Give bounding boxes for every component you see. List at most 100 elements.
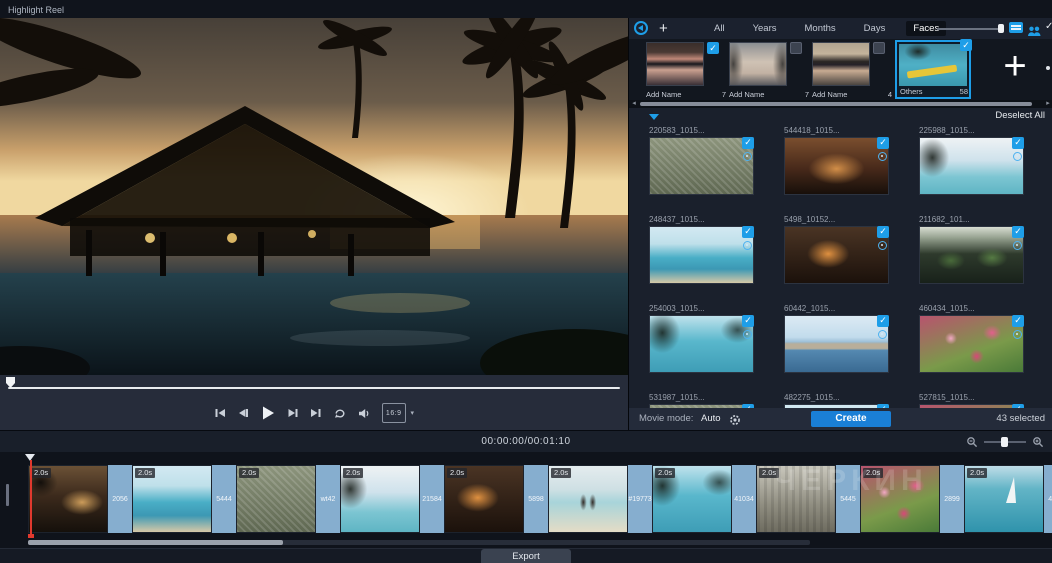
seek-track[interactable] [8, 387, 620, 389]
timeline-clip[interactable]: 2.0s [236, 465, 316, 533]
timeline-gap[interactable]: 5444 [212, 465, 236, 533]
photo-filename: 531987_1015... [649, 392, 784, 404]
timeline-gap[interactable]: 2056 [108, 465, 132, 533]
zoom-in-icon[interactable] [1032, 436, 1044, 448]
timeline-scrollbar-thumb[interactable] [28, 540, 283, 545]
photo-selected-check-icon[interactable]: ✓ [742, 226, 754, 238]
timeline-zoom-slider-handle[interactable] [1001, 437, 1008, 447]
face-thumbnail[interactable] [646, 42, 704, 86]
scroll-right-icon[interactable]: ▸ [1043, 100, 1052, 108]
photo-thumbnail[interactable]: ✓ [649, 137, 754, 195]
deselect-all-button[interactable]: Deselect All [995, 110, 1045, 121]
jump-to-end-button[interactable] [310, 405, 322, 421]
step-forward-button[interactable] [287, 405, 299, 421]
photo-thumbnail[interactable]: ✓ [919, 137, 1024, 195]
thumbnail-size-slider[interactable] [937, 28, 1001, 30]
photo-thumbnail[interactable]: ✓ [784, 226, 889, 284]
photo-thumbnail[interactable]: ✓ [649, 315, 754, 373]
face-group-1[interactable]: ✓ Add Name 7 [646, 39, 726, 100]
timeline: 2.0s 2056 2.0s 5444 2.0s wt42 2.0s 21584… [0, 452, 1052, 548]
timeline-gap[interactable]: 41034 [732, 465, 756, 533]
create-button[interactable]: Create [811, 411, 891, 427]
face-checkbox[interactable]: ✓ [707, 42, 719, 54]
tab-years[interactable]: Years [746, 21, 784, 36]
face-name-label[interactable]: Add Name [812, 90, 847, 99]
face-name-label[interactable]: Others [900, 87, 923, 96]
collapse-section-icon[interactable] [649, 114, 659, 120]
face-thumbnail[interactable] [899, 44, 967, 86]
timeline-left-scroll-indicator[interactable] [6, 484, 9, 506]
thumbnail-size-slider-handle[interactable] [998, 24, 1004, 33]
movie-mode-value[interactable]: Auto [701, 413, 721, 424]
face-name-label[interactable]: Add Name [729, 90, 764, 99]
aspect-ratio-selector[interactable]: 16:9 [382, 403, 406, 423]
add-face-button[interactable]: + [987, 41, 1043, 93]
aspect-caret-icon[interactable]: ▾ [411, 409, 415, 417]
add-media-button[interactable]: + [659, 18, 668, 39]
timeline-gap[interactable]: #19773 [628, 465, 652, 533]
face-thumbnail[interactable] [812, 42, 870, 86]
preview-seek-bar[interactable] [0, 375, 628, 396]
photo-selected-check-icon[interactable]: ✓ [1012, 315, 1024, 327]
photo-thumbnail[interactable]: ✓ [784, 137, 889, 195]
photo-selected-check-icon[interactable]: ✓ [877, 137, 889, 149]
video-preview [0, 18, 628, 375]
timeline-scrollbar[interactable] [28, 540, 810, 545]
select-all-check-button[interactable]: ✓ [1045, 21, 1052, 32]
timeline-clip[interactable]: 2.0s [964, 465, 1044, 533]
zoom-out-icon[interactable] [966, 436, 978, 448]
play-button[interactable] [260, 405, 276, 421]
photo-selected-check-icon[interactable]: ✓ [742, 315, 754, 327]
faces-scroll-thumb[interactable] [640, 102, 1032, 106]
photo-cell: 254003_1015... ✓ [649, 303, 784, 392]
photo-selected-check-icon[interactable]: ✓ [877, 315, 889, 327]
faces-scrollbar[interactable]: ◂ ▸ [629, 100, 1052, 108]
timeline-zoom-slider[interactable] [984, 441, 1026, 443]
step-back-button[interactable] [237, 405, 249, 421]
back-button[interactable] [634, 21, 648, 35]
movie-mode-settings-button[interactable] [729, 413, 741, 431]
timeline-clip[interactable]: 2.0s [652, 465, 732, 533]
jump-to-start-button[interactable] [214, 405, 226, 421]
volume-button[interactable] [358, 405, 371, 421]
photo-filename: 211682_101... [919, 214, 1052, 226]
photo-selected-check-icon[interactable]: ✓ [742, 137, 754, 149]
timeline-gap[interactable]: 21584 [420, 465, 444, 533]
faces-scroll-track[interactable] [639, 102, 1043, 106]
face-checkbox[interactable]: ✓ [873, 42, 885, 54]
tab-all[interactable]: All [707, 21, 732, 36]
timeline-clip[interactable]: 2.0s [444, 465, 524, 533]
highlight-reel-window: Highlight Reel [0, 0, 1052, 563]
tab-days[interactable]: Days [857, 21, 893, 36]
timeline-gap[interactable]: 5898 [524, 465, 548, 533]
face-group-2[interactable]: ✓ Add Name 7 [729, 39, 809, 100]
face-checkbox[interactable]: ✓ [960, 39, 972, 51]
tab-months[interactable]: Months [798, 21, 843, 36]
timeline-gap[interactable]: 2899 [940, 465, 964, 533]
photo-selected-check-icon[interactable]: ✓ [877, 226, 889, 238]
photo-thumbnail[interactable]: ✓ [919, 315, 1024, 373]
timeline-gap[interactable]: 4170 [1044, 465, 1052, 533]
face-checkbox[interactable]: ✓ [790, 42, 802, 54]
photo-selected-check-icon[interactable]: ✓ [1012, 137, 1024, 149]
photo-selected-check-icon[interactable]: ✓ [1012, 226, 1024, 238]
photo-thumbnail[interactable]: ✓ [784, 315, 889, 373]
list-view-button[interactable] [1009, 22, 1023, 33]
loop-button[interactable] [333, 405, 347, 421]
photo-thumbnail[interactable]: ✓ [649, 226, 754, 284]
face-group-3[interactable]: ✓ Add Name 4 [812, 39, 892, 100]
timeline-playhead[interactable] [30, 460, 32, 534]
timeline-clip[interactable]: 2.0s [132, 465, 212, 533]
timeline-clip[interactable]: 2.0s [28, 465, 108, 533]
photo-cell: 60442_1015... ✓ [784, 303, 919, 392]
timeline-gap[interactable]: wt42 [316, 465, 340, 533]
export-button[interactable]: Export [481, 549, 571, 563]
scroll-left-icon[interactable]: ◂ [629, 100, 639, 108]
photo-cell: 211682_101... ✓ [919, 214, 1052, 303]
timeline-clip[interactable]: 2.0s [340, 465, 420, 533]
timeline-clip[interactable]: 2.0s [548, 465, 628, 533]
face-thumbnail[interactable] [729, 42, 787, 86]
face-group-others[interactable]: ✓ Others 58 [895, 40, 971, 99]
photo-thumbnail[interactable]: ✓ [919, 226, 1024, 284]
face-name-label[interactable]: Add Name [646, 90, 681, 99]
